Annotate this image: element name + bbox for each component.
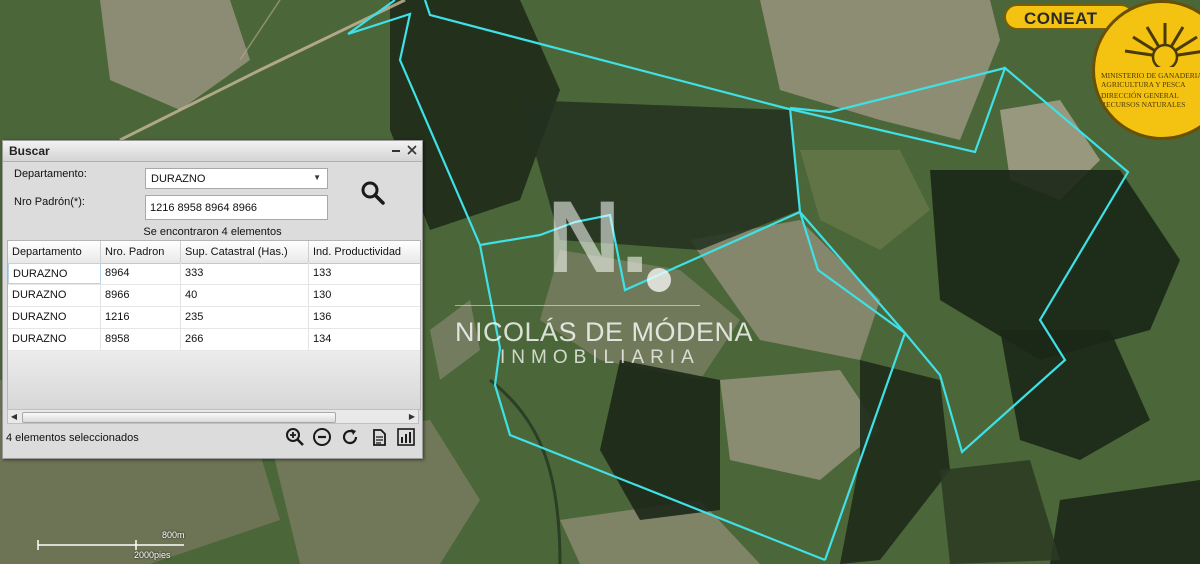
search-button[interactable] [359,179,387,207]
table-cell: DURAZNO [8,263,101,284]
table-cell: 8964 [101,263,181,284]
table-cell: 133 [313,267,332,279]
refresh-icon[interactable] [340,427,360,447]
column-header-departamento[interactable]: Departamento [8,241,101,263]
table-cell: DURAZNO [8,285,101,306]
sun-emblem-icon [1124,23,1200,67]
minimize-icon[interactable] [389,143,403,157]
table-cell: 266 [181,329,309,350]
watermark-logo-letter: N. [547,180,649,294]
watermark-logo-dot [647,268,671,292]
scale-bar: 800m 2000pies [36,530,196,560]
seal-line-2: AGRICULTURA Y PESCA [1101,80,1186,89]
coneat-brand-label: CONEAT [1024,9,1098,28]
selection-status: 4 elementos seleccionados [6,432,139,444]
close-icon[interactable] [405,143,419,157]
scrollbar-thumb[interactable] [22,412,336,423]
search-panel: Buscar Departamento: DURAZNO ▼ Nro Padró… [2,140,423,459]
scale-metric-label: 800m [162,530,185,540]
table-cell: 40 [181,285,309,306]
column-header-nro-padron[interactable]: Nro. Padron [101,241,181,263]
search-panel-title: Buscar [9,144,50,158]
search-panel-titlebar[interactable]: Buscar [3,141,422,162]
scroll-right-icon[interactable]: ▶ [406,411,418,422]
table-cell: 8966 [101,285,181,306]
seal-line-1: MINISTERIO DE GANADERIA [1101,71,1200,80]
table-cell: DURAZNO [8,329,101,350]
column-header-ind-productividad[interactable]: Ind. Productividad [309,241,420,263]
watermark-divider [455,305,700,306]
departamento-label: Departamento: [14,168,87,180]
departamento-select[interactable]: DURAZNO ▼ [145,168,328,189]
departamento-selected-value: DURAZNO [151,173,206,185]
table-row[interactable]: DURAZNO 8966 40 130 [8,285,420,307]
seal-line-4: RECURSOS NATURALES [1101,100,1186,109]
table-cell: 134 [313,333,332,345]
table-cell: 333 [181,263,309,284]
zoom-out-icon[interactable] [312,427,332,447]
scroll-left-icon[interactable]: ◀ [8,411,20,422]
table-cell: DURAZNO [8,307,101,328]
results-table: Departamento Nro. Padron Sup. Catastral … [7,240,421,410]
table-empty-area [8,351,420,409]
watermark-subtitle: INMOBILIARIA [500,347,700,368]
scale-imperial-label: 2000pies [134,550,171,560]
padron-input[interactable] [145,195,328,220]
table-header: Departamento Nro. Padron Sup. Catastral … [8,241,420,264]
horizontal-scrollbar[interactable]: ◀ ▶ [7,409,419,424]
chart-icon[interactable] [396,427,416,447]
table-cell: 1216 [101,307,181,328]
padron-label: Nro Padrón(*): [14,196,85,208]
table-cell: 235 [181,307,309,328]
table-cell: 136 [313,311,332,323]
zoom-in-icon[interactable] [285,427,305,447]
table-row[interactable]: DURAZNO 1216 235 136 [8,307,420,329]
column-header-sup-catastral[interactable]: Sup. Catastral (Has.) [181,241,309,263]
seal-line-3: DIRECCIÓN GENERAL [1101,91,1179,100]
watermark-name: NICOLÁS DE MÓDENA [455,317,754,347]
table-cell: 8958 [101,329,181,350]
table-row[interactable]: DURAZNO 8958 266 134 [8,329,420,351]
magnifier-icon [361,181,385,205]
table-row[interactable]: DURAZNO 8964 333 133 [8,263,420,285]
result-message: Se encontraron 4 elementos [143,226,282,238]
chevron-down-icon[interactable]: ▼ [313,173,321,182]
table-cell: 130 [313,289,332,301]
report-icon[interactable] [369,427,389,447]
